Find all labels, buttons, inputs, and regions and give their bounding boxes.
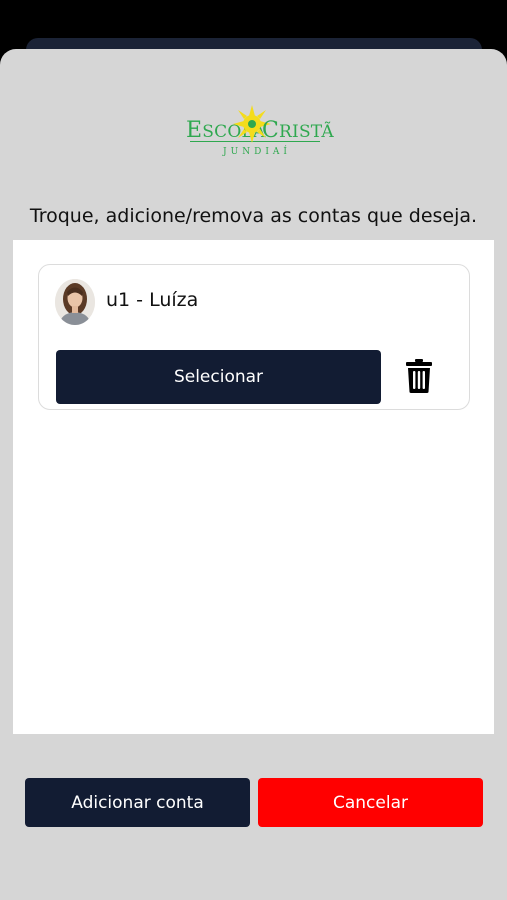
add-account-button[interactable]: Adicionar conta: [25, 778, 250, 827]
logo-subtitle: JUNDIAÍ: [223, 147, 291, 157]
select-account-button[interactable]: Selecionar: [56, 350, 381, 404]
school-logo: ESCOLA CRISTÃ JUNDIAÍ: [180, 100, 334, 162]
account-card: u1 - Luíza Selecionar: [38, 264, 470, 410]
account-name: u1 - Luíza: [106, 289, 199, 311]
instruction-text: Troque, adicione/remova as contas que de…: [29, 205, 478, 227]
cancel-button[interactable]: Cancelar: [258, 778, 483, 827]
trash-icon[interactable]: [405, 359, 433, 393]
accounts-list: u1 - Luíza Selecionar: [13, 240, 494, 734]
logo-word-right: CRISTÃ: [262, 118, 334, 143]
avatar: [55, 279, 95, 325]
